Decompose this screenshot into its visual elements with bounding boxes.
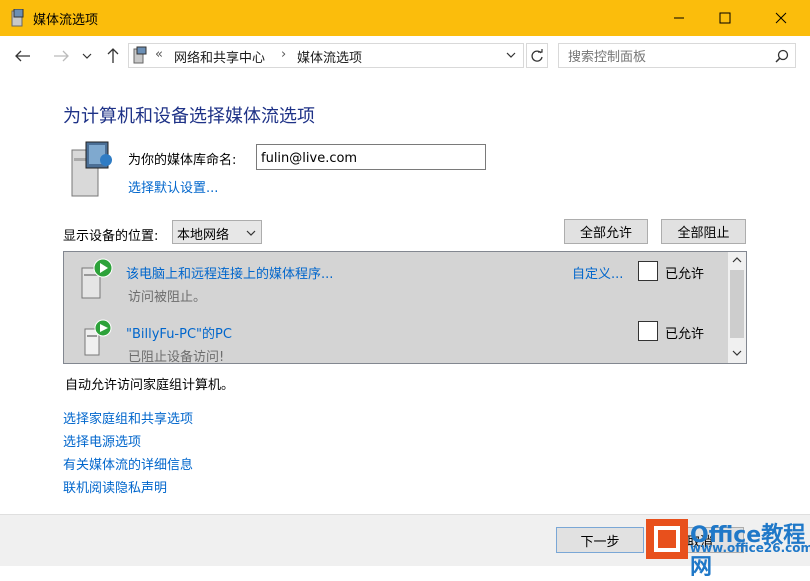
media-streaming-info-link[interactable]: 有关媒体流的详细信息 xyxy=(63,454,193,473)
watermark-url: www.office26.com xyxy=(690,541,810,555)
block-all-button[interactable]: 全部阻止 xyxy=(661,219,746,244)
pc-device-icon xyxy=(84,319,112,356)
office-logo-icon xyxy=(654,526,680,552)
allowed-checkbox[interactable] xyxy=(638,261,658,281)
media-server-icon xyxy=(133,46,147,64)
arrow-left-icon xyxy=(15,50,30,62)
address-dropdown-button[interactable] xyxy=(506,48,516,66)
recent-locations-button[interactable] xyxy=(78,44,96,68)
power-options-link[interactable]: 选择电源选项 xyxy=(63,431,141,450)
homegroup-text: 自动允许访问家庭组计算机。 xyxy=(65,378,235,393)
refresh-icon xyxy=(531,48,543,62)
maximize-icon xyxy=(719,12,731,24)
device-name-billyfu-pc[interactable]: "BillyFu-PC"的PC xyxy=(126,323,232,342)
media-server-icon xyxy=(11,9,24,27)
close-icon xyxy=(775,12,787,24)
up-button[interactable] xyxy=(102,44,124,68)
library-name-label: 为你的媒体库命名: xyxy=(128,153,237,168)
next-button[interactable]: 下一步 xyxy=(556,527,644,553)
allowed-label: 已允许 xyxy=(665,327,705,342)
library-name-input[interactable] xyxy=(256,144,486,170)
chevron-down-icon xyxy=(246,230,256,236)
chevron-down-icon[interactable] xyxy=(732,349,742,357)
back-button[interactable] xyxy=(12,44,34,68)
allowed-checkbox[interactable] xyxy=(638,321,658,341)
allow-all-button[interactable]: 全部允许 xyxy=(564,219,648,244)
breadcrumb-network-center[interactable]: 网络和共享中心 xyxy=(174,47,265,66)
close-button[interactable] xyxy=(758,0,804,36)
breadcrumb-overflow[interactable]: « xyxy=(155,47,163,62)
location-select-value: 本地网络 xyxy=(177,228,230,243)
device-status: 已阻止设备访问! xyxy=(128,350,225,365)
maximize-button[interactable] xyxy=(702,0,748,36)
forward-button[interactable] xyxy=(50,44,72,68)
minimize-icon xyxy=(674,17,684,19)
search-icon xyxy=(775,49,789,63)
refresh-button[interactable] xyxy=(526,43,548,68)
privacy-statement-link[interactable]: 联机阅读隐私声明 xyxy=(63,477,167,496)
arrow-right-icon xyxy=(54,50,69,62)
chevron-up-icon[interactable] xyxy=(732,256,742,264)
homegroup-sharing-link[interactable]: 选择家庭组和共享选项 xyxy=(63,408,193,427)
device-status: 访问被阻止。 xyxy=(128,290,207,305)
arrow-up-icon xyxy=(107,48,119,63)
page-title: 为计算机和设备选择媒体流选项 xyxy=(63,106,315,127)
window-title: 媒体流选项 xyxy=(33,13,99,28)
media-library-icon xyxy=(71,141,112,197)
show-devices-label: 显示设备的位置: xyxy=(63,229,159,244)
default-settings-link[interactable]: 选择默认设置... xyxy=(128,177,218,196)
media-program-icon xyxy=(81,258,113,299)
customize-link[interactable]: 自定义... xyxy=(572,263,623,282)
device-name-media-programs[interactable]: 该电脑上和远程连接上的媒体程序... xyxy=(126,263,333,282)
chevron-down-icon xyxy=(506,52,516,58)
search-input[interactable] xyxy=(558,43,796,68)
chevron-down-icon xyxy=(82,53,92,59)
allowed-label: 已允许 xyxy=(665,267,705,282)
breadcrumb-separator: › xyxy=(281,47,287,62)
scrollbar-thumb[interactable] xyxy=(730,270,744,338)
minimize-button[interactable] xyxy=(656,0,702,36)
breadcrumb-media-streaming[interactable]: 媒体流选项 xyxy=(297,47,362,66)
